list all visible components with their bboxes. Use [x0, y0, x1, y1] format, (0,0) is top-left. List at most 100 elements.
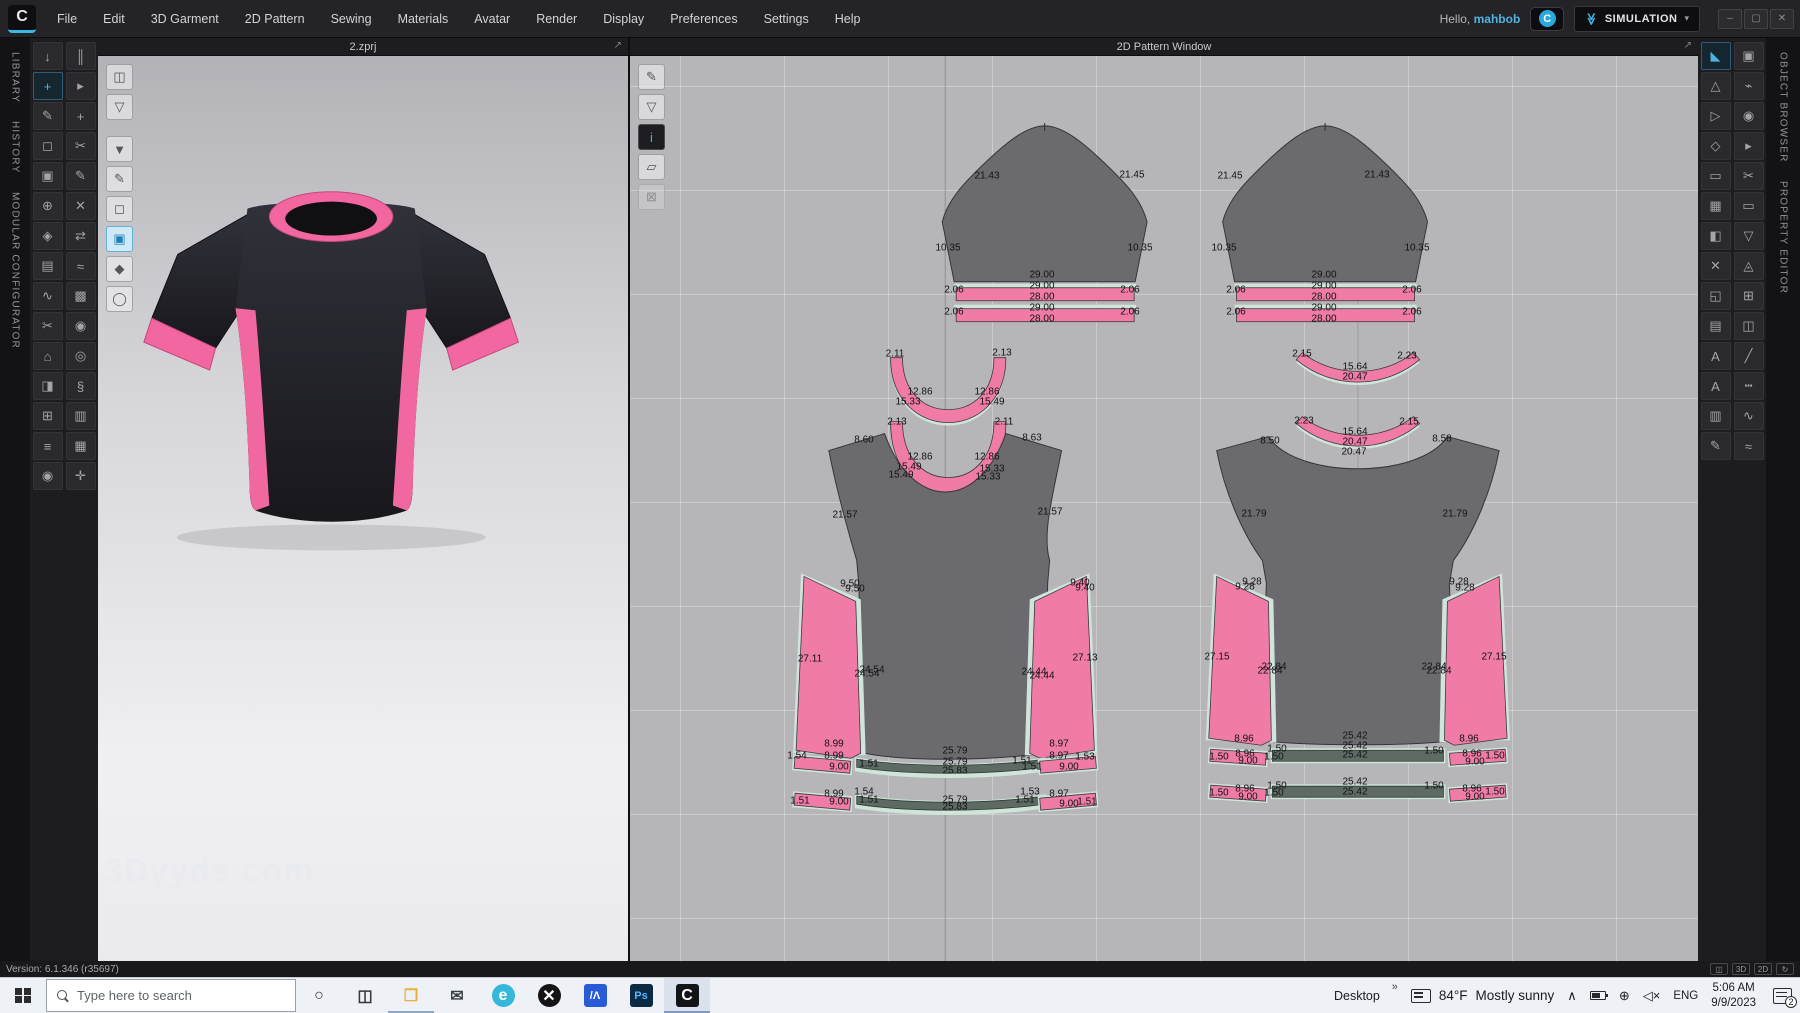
sync-view-icon[interactable]: ↻ — [1776, 963, 1794, 975]
pattern-sidepanel-back-right[interactable] — [1439, 573, 1510, 745]
shirring-icon[interactable]: ≈ — [1734, 432, 1764, 460]
fitting-suit-icon[interactable]: ≈ — [66, 252, 96, 280]
grading-icon[interactable]: ◬ — [1734, 252, 1764, 280]
sew-segment-icon[interactable]: ✂ — [66, 132, 96, 160]
trace-icon[interactable]: ◱ — [1701, 282, 1731, 310]
scissors-icon[interactable]: ✂ — [33, 312, 63, 340]
show-avatar-icon[interactable]: ◻ — [106, 196, 133, 222]
taskbar-explorer-icon[interactable]: ❒ — [388, 978, 434, 1013]
flatten-icon[interactable]: ◨ — [33, 372, 63, 400]
pattern-hem-back-2[interactable] — [1208, 783, 1508, 803]
texture-editor-icon[interactable]: ◫ — [1734, 312, 1764, 340]
show-head-icon[interactable]: ◯ — [106, 286, 133, 312]
3d-window-toggle[interactable]: 3D — [1732, 963, 1750, 975]
taskbar-clock[interactable]: 5:06 AM 9/9/2023 — [1711, 981, 1756, 1010]
shirt-2d-icon[interactable]: ▽ — [1734, 222, 1764, 250]
menu-item[interactable]: Display — [592, 7, 655, 31]
button-icon[interactable]: ◉ — [33, 462, 63, 490]
uv-map-icon[interactable]: ⊞ — [33, 402, 63, 430]
dark-texture-icon[interactable]: ◆ — [106, 256, 133, 282]
menu-item[interactable]: Preferences — [659, 7, 748, 31]
select-move-icon[interactable]: + — [33, 72, 63, 100]
taskbar-edge-icon[interactable]: e — [480, 978, 526, 1013]
reset-arrangement-icon[interactable]: ↓ — [33, 42, 63, 70]
pattern-sidepanel-back-left[interactable] — [1206, 573, 1277, 745]
dashline-icon[interactable]: ┅ — [1734, 372, 1764, 400]
volume-muted-icon[interactable]: ◁× — [1643, 988, 1661, 1004]
layout-split-icon[interactable]: ◫ — [1710, 963, 1728, 975]
taskbar-xbox-icon[interactable]: ✕ — [526, 978, 572, 1013]
maximize-button[interactable]: ▢ — [1744, 9, 1768, 29]
button-3d-icon[interactable]: ◉ — [66, 312, 96, 340]
menu-item[interactable]: Sewing — [320, 7, 383, 31]
tray-expand-icon[interactable]: ∧ — [1567, 988, 1577, 1004]
edit-curvature-icon[interactable]: ▷ — [1701, 102, 1731, 130]
basting-icon[interactable]: ╱ — [1734, 342, 1764, 370]
simulate-icon[interactable]: ║ — [66, 42, 96, 70]
menu-item[interactable]: Materials — [387, 7, 460, 31]
show-pattern-icon[interactable]: ▽ — [638, 94, 665, 120]
zipper-icon[interactable]: ≡ — [33, 432, 63, 460]
2d-window-toggle[interactable]: 2D — [1754, 963, 1772, 975]
notification-center-icon[interactable]: 2 — [1773, 988, 1792, 1004]
tab-history[interactable]: HISTORY — [10, 121, 21, 174]
add-point-icon[interactable]: ◇ — [1701, 132, 1731, 160]
search-input[interactable] — [77, 988, 257, 1003]
pattern-sleeve-right[interactable] — [1223, 123, 1428, 322]
menu-item[interactable]: Edit — [92, 7, 136, 31]
taskbar-search[interactable] — [46, 979, 296, 1012]
measure-tape-icon[interactable]: ∿ — [33, 282, 63, 310]
texture-roll-icon[interactable]: ▦ — [66, 432, 96, 460]
menu-item[interactable]: 3D Garment — [140, 7, 230, 31]
taskbar-clo-icon[interactable]: C — [664, 978, 710, 1013]
text-tool-icon[interactable]: A — [1701, 342, 1731, 370]
pattern-info-icon[interactable]: i — [638, 124, 665, 150]
attach-pin-icon[interactable]: + — [66, 102, 96, 130]
solidify-icon[interactable]: ▩ — [66, 282, 96, 310]
2d-canvas[interactable]: ✎ ▽ i ▱ ⊠ — [630, 56, 1698, 961]
pattern-sidepanel-front-left[interactable] — [793, 573, 866, 758]
select-mesh-icon[interactable]: ▸ — [66, 72, 96, 100]
show-fit-map-icon[interactable]: ▼ — [106, 136, 133, 162]
pattern-hem-back-1[interactable] — [1208, 747, 1508, 767]
menu-item[interactable]: Avatar — [463, 7, 521, 31]
fabric-roll-icon[interactable]: ▥ — [66, 402, 96, 430]
rectangle-pattern-icon[interactable]: ▦ — [1701, 192, 1731, 220]
show-sketch-icon[interactable]: ✎ — [638, 64, 665, 90]
elastic-icon[interactable]: ∿ — [1734, 402, 1764, 430]
taskbar-mail-icon[interactable]: ✉ — [434, 978, 480, 1013]
expand-window-icon[interactable]: ↗ — [1684, 40, 1692, 51]
sew-mn-icon[interactable]: ✕ — [66, 192, 96, 220]
taskbar-photoshop-icon[interactable]: Ps — [618, 978, 664, 1013]
seam-allowance-icon[interactable]: ▤ — [1701, 312, 1731, 340]
cut-and-sew-icon[interactable]: ✎ — [1701, 432, 1731, 460]
menu-item[interactable]: File — [46, 7, 88, 31]
show-pattern-outline-icon[interactable]: ▣ — [106, 226, 133, 252]
pattern-sidepanel-front-right[interactable] — [1025, 573, 1098, 758]
iron-icon[interactable]: ▭ — [1734, 192, 1764, 220]
desktop-toolbar[interactable]: » Desktop — [1310, 989, 1398, 1003]
pin-tool-icon[interactable]: ⊕ — [33, 192, 63, 220]
fold-arrangement-icon[interactable]: ◈ — [33, 222, 63, 250]
edit-sewing-icon[interactable]: ⇄ — [66, 222, 96, 250]
render-style-icon[interactable]: ◫ — [106, 64, 133, 90]
clo-logo[interactable]: C — [8, 5, 36, 33]
lock-pattern-icon[interactable]: ⊠ — [638, 184, 665, 210]
zipper-3d-icon[interactable]: § — [66, 372, 96, 400]
brush-avatar-icon[interactable]: ✎ — [33, 102, 63, 130]
pleats-icon[interactable]: ▥ — [1701, 402, 1731, 430]
show-fabric-icon[interactable]: ▱ — [638, 154, 665, 180]
taskbar-md-icon[interactable]: /Λ — [572, 978, 618, 1013]
start-button[interactable] — [0, 978, 46, 1013]
expand-window-icon[interactable]: ↗ — [614, 40, 622, 51]
print-layout-icon[interactable]: ⊞ — [1734, 282, 1764, 310]
sewing-machine-icon[interactable]: ▤ — [33, 252, 63, 280]
arrange-points-icon[interactable]: ▣ — [33, 162, 63, 190]
weather-widget[interactable]: 84°F Mostly sunny — [1411, 988, 1554, 1003]
style-line-icon[interactable]: ⌂ — [33, 342, 63, 370]
paint-texture-icon[interactable]: ✎ — [106, 166, 133, 192]
free-sew-icon[interactable]: ◉ — [1734, 102, 1764, 130]
overflow-chevron-icon[interactable]: » — [1392, 981, 1398, 993]
segment-sew-icon[interactable]: ⌁ — [1734, 72, 1764, 100]
dart-icon[interactable]: ◧ — [1701, 222, 1731, 250]
